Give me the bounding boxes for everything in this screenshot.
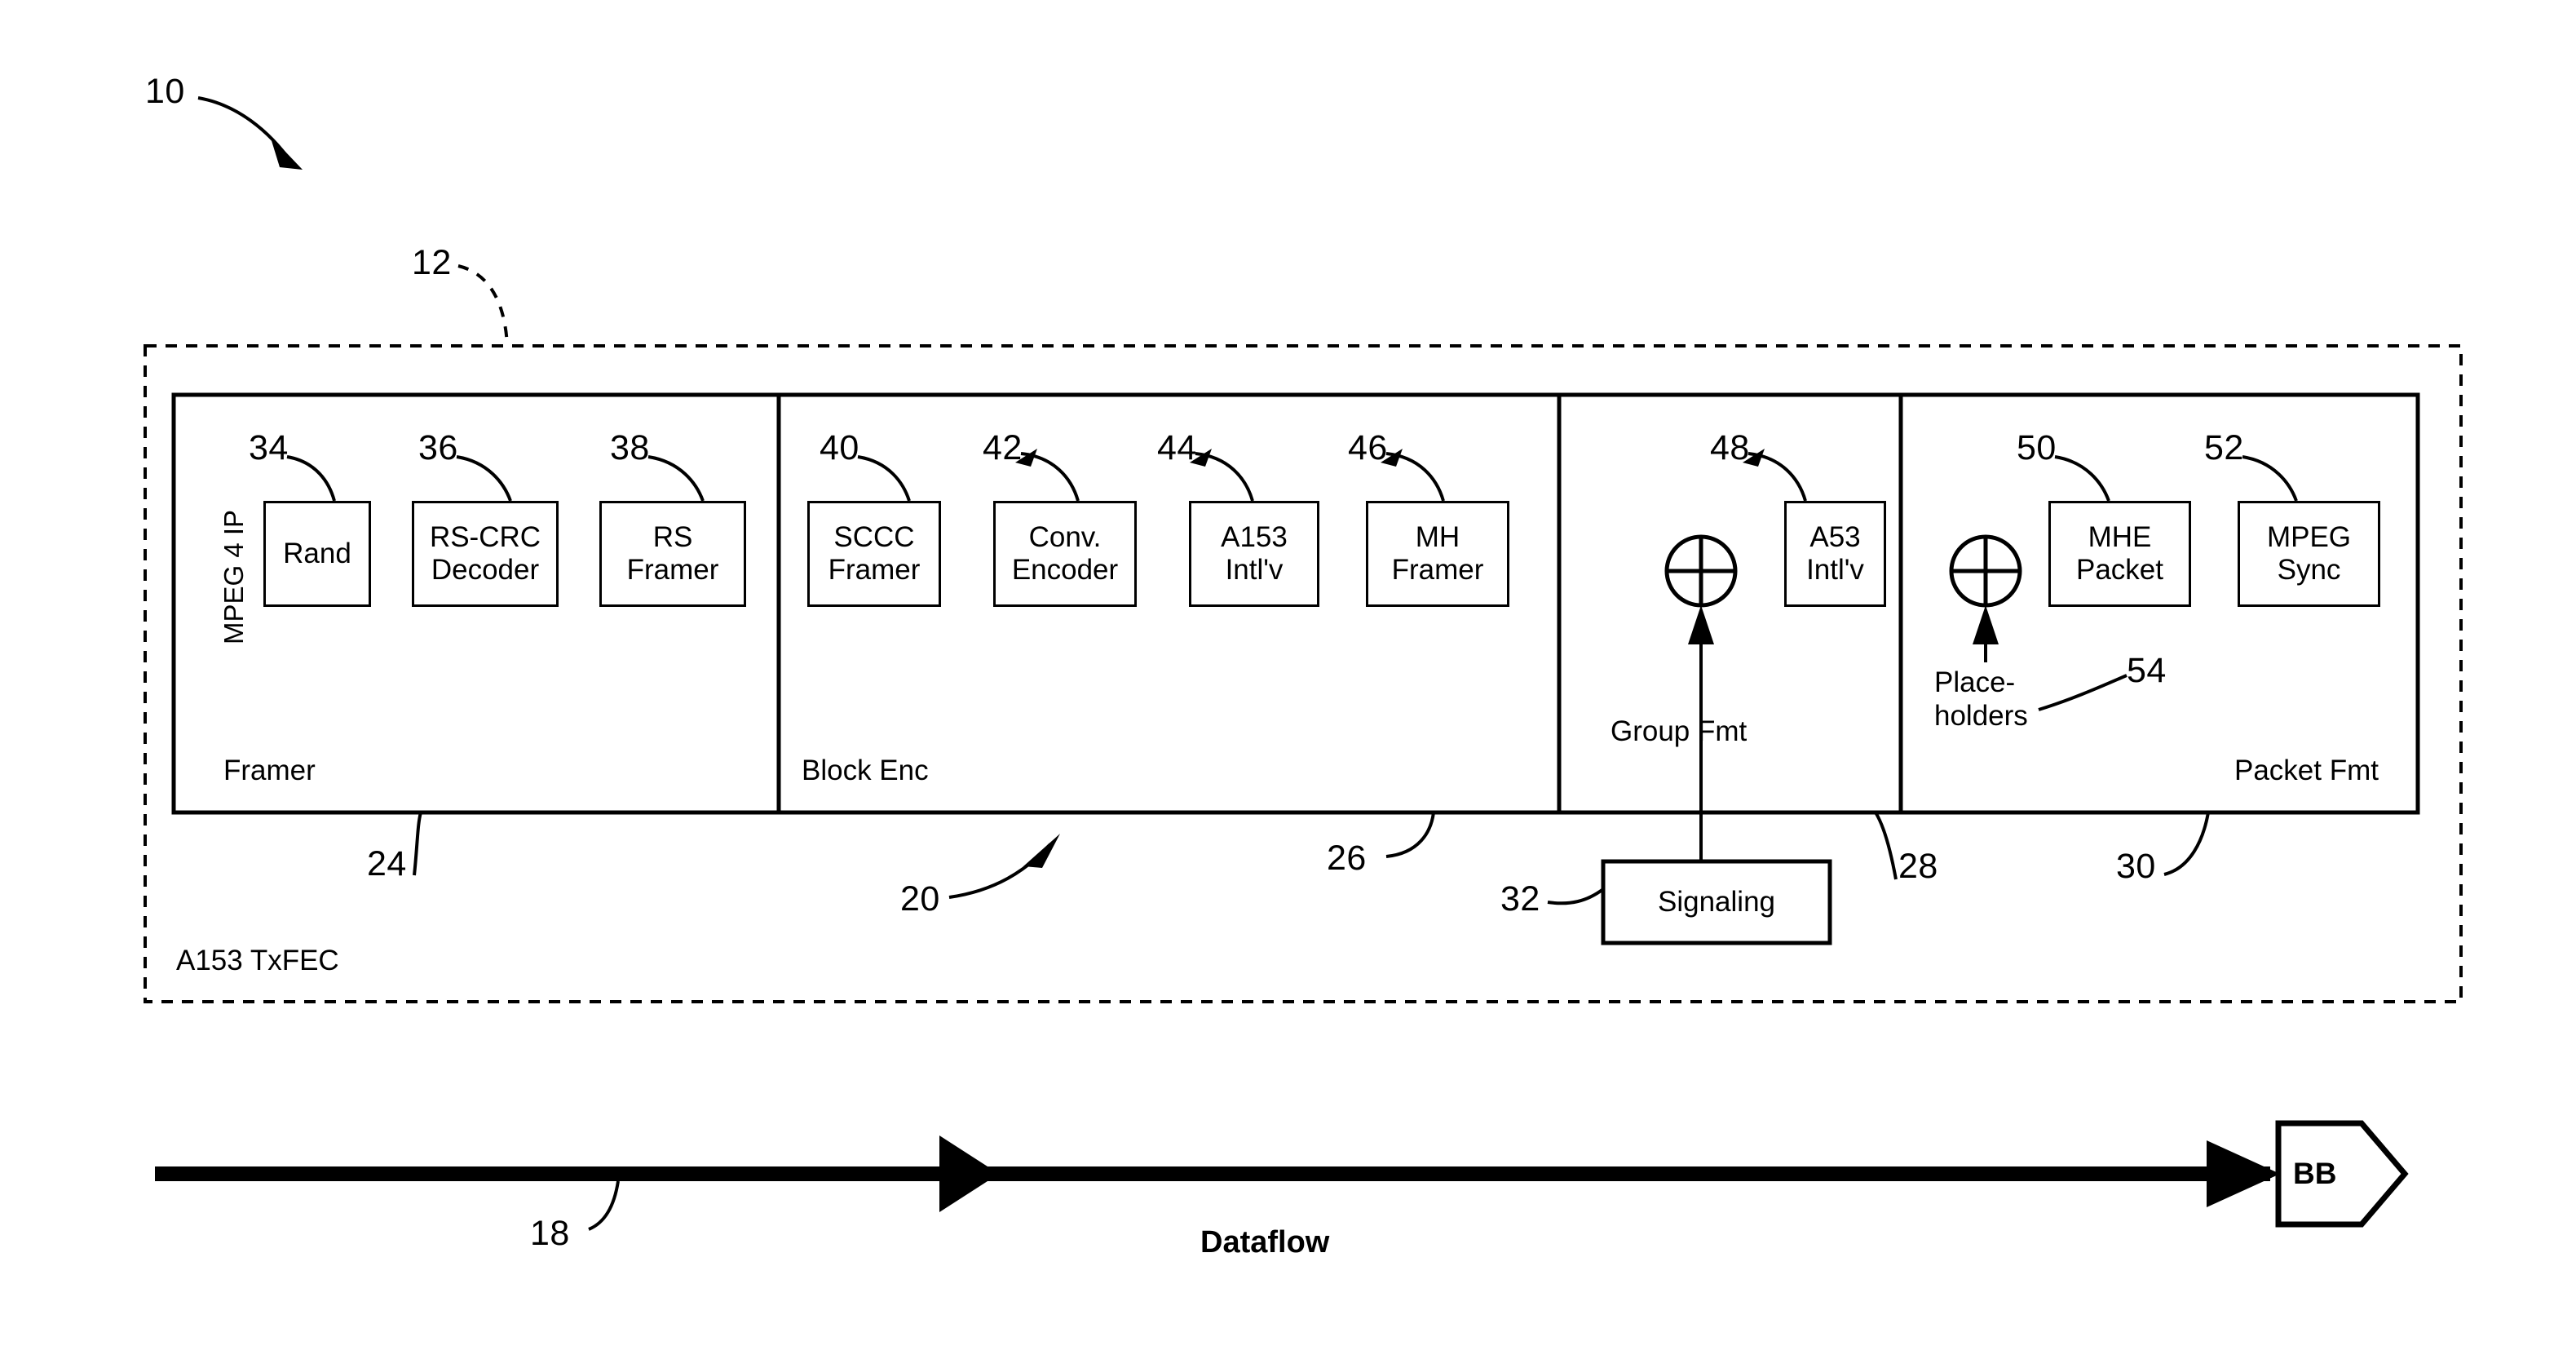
block-rs-crc-decoder[interactable]: RS-CRC Decoder [412,501,559,607]
leader-24 [413,812,422,876]
block-conv-encoder-label: Conv. Encoder [1011,521,1119,586]
patent-figure: 10 12 A153 TxFEC MPEG 4 IP 34 36 38 40 4… [0,0,2576,1359]
block-ref-36: 36 [418,428,458,467]
leader-26 [1385,812,1435,858]
block-ref-42: 42 [983,428,1023,467]
panel-ref-20: 20 [900,879,940,919]
figure-ref-12: 12 [412,243,452,282]
placeholders-ref-54: 54 [2127,651,2167,690]
bb-endpoint-label: BB [2293,1157,2337,1190]
leader-42 [1015,449,1080,502]
leader-30 [2163,812,2210,876]
block-mhe-packet-label: MHE Packet [2076,521,2163,586]
leader-40 [857,455,911,502]
leader-44 [1190,449,1254,502]
leader-10 [197,96,303,170]
panel-label-packet-fmt: Packet Fmt [2234,755,2379,786]
block-mpeg-sync-label: MPEG Sync [2266,521,2352,586]
panel-ref-28: 28 [1898,847,1938,886]
leader-20 [948,834,1060,899]
placeholders-label: Place-holders [1934,666,2028,733]
block-rs-crc-decoder-label: RS-CRC Decoder [429,521,541,586]
block-rand-label: Rand [283,538,351,569]
leader-50 [2054,455,2110,502]
xor-adder-packet-fmt [1949,534,2022,662]
block-a53-interleaver-label: A53 Intl'v [1806,521,1864,586]
block-ref-46: 46 [1348,428,1388,467]
block-rs-framer-label: RS Framer [626,521,719,586]
block-mhe-packet[interactable]: MHE Packet [2048,501,2191,607]
panel-ref-26: 26 [1327,839,1367,878]
leader-48 [1743,449,1807,502]
block-a53-interleaver[interactable]: A53 Intl'v [1784,501,1886,607]
outer-dashed-boundary [144,344,2463,1003]
block-mh-framer-label: MH Framer [1391,521,1484,586]
dataflow-arrow [155,1135,2280,1212]
leader-32 [1547,888,1605,905]
block-mpeg-sync[interactable]: MPEG Sync [2238,501,2380,607]
block-ref-40: 40 [820,428,859,467]
panel-label-framer: Framer [223,755,316,786]
panel-label-group-fmt: Group Fmt [1611,715,1748,747]
leader-38 [647,455,705,502]
block-a153-interleaver[interactable]: A153 Intl'v [1189,501,1319,607]
block-ref-52: 52 [2204,428,2244,467]
leader-12 [457,264,509,347]
leader-52 [2242,455,2298,502]
block-rs-framer[interactable]: RS Framer [599,501,746,607]
signaling-label: Signaling [1658,886,1775,918]
diagram-vector-layer [144,96,2463,1231]
block-ref-34: 34 [249,428,289,467]
leader-46 [1381,449,1445,502]
block-ref-38: 38 [610,428,650,467]
leader-18 [588,1180,620,1231]
leader-36 [456,455,512,502]
leader-54 [2038,674,2128,711]
leader-28 [1874,811,1898,880]
block-rand[interactable]: Rand [263,501,371,607]
dataflow-ref-18: 18 [530,1214,570,1253]
signaling-ref-32: 32 [1500,879,1540,919]
input-stream-label: MPEG 4 IP [219,509,249,644]
block-sccc-framer-label: SCCC Framer [828,521,921,586]
panel-ref-30: 30 [2116,847,2156,886]
panel-label-block-enc: Block Enc [802,755,929,786]
block-mh-framer[interactable]: MH Framer [1366,501,1509,607]
block-ref-50: 50 [2017,428,2057,467]
block-a153-interleaver-label: A153 Intl'v [1221,521,1288,586]
outer-boundary-label: A153 TxFEC [176,945,339,976]
dataflow-label: Dataflow [1200,1225,1330,1259]
block-ref-48: 48 [1710,428,1750,467]
block-conv-encoder[interactable]: Conv. Encoder [993,501,1137,607]
block-ref-44: 44 [1157,428,1197,467]
block-sccc-framer[interactable]: SCCC Framer [807,501,941,607]
figure-ref-10: 10 [145,72,185,111]
panel-ref-24: 24 [367,844,407,883]
leader-34 [286,455,336,502]
